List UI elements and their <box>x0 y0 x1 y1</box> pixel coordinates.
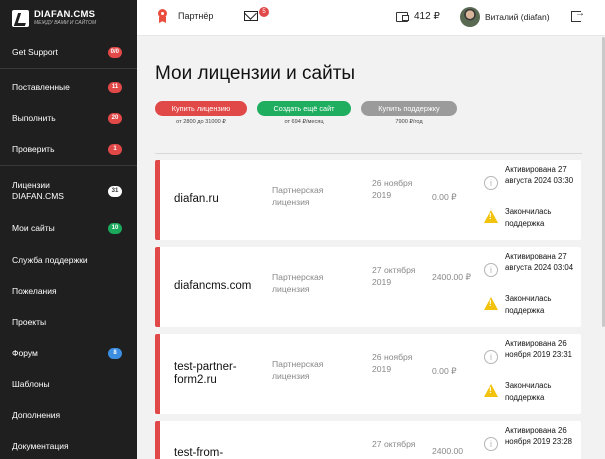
logout-icon[interactable] <box>571 8 585 22</box>
partner-label: Партнёр <box>178 11 214 21</box>
support-status: Закончилась поддержка <box>505 207 552 229</box>
app-root: DIAFAN.CMS МЕЖДУ ВАМИ И САЙТОМ Get Suppo… <box>0 0 605 459</box>
sidebar-item-label: Служба поддержки <box>12 255 88 265</box>
sidebar-item-badge: 10 <box>108 222 122 234</box>
sidebar-item-wishes[interactable]: Пожелания <box>0 283 137 299</box>
mail-count-badge: 5 <box>259 7 269 17</box>
sidebar-item-label: Проверить <box>12 144 55 154</box>
info-icon[interactable]: i <box>484 263 498 277</box>
sidebar-item-label: Пожелания <box>12 286 57 296</box>
sidebar-item-label: Выполнить <box>12 113 56 123</box>
license-card[interactable]: test-from- 27 октября 2400.00 i Активиро… <box>155 421 581 459</box>
sidebar-item-badge: 0/0 <box>107 46 122 58</box>
sidebar-item-to-do[interactable]: Выполнить 20 <box>0 110 137 126</box>
license-card[interactable]: diafan.ru Партнерская лицензия 26 ноября… <box>155 160 581 240</box>
buy-license-button[interactable]: Купить лицензию <box>155 101 247 116</box>
sidebar-item-to-check[interactable]: Проверить 1 <box>0 141 137 157</box>
sidebar-item-label: Шаблоны <box>12 379 50 389</box>
main-content: Мои лицензии и сайты Купить лицензию от … <box>137 37 605 459</box>
info-icon[interactable]: i <box>484 437 498 451</box>
avatar[interactable] <box>460 7 480 27</box>
sidebar-item-label: Документация <box>12 441 69 451</box>
sidebar-item-label: Форум <box>12 348 38 358</box>
license-domain[interactable]: test-from- <box>174 447 223 459</box>
topbar: Партнёр 5 412 ₽ Виталий (diafan) <box>137 0 605 36</box>
mail-icon[interactable] <box>244 11 258 21</box>
sidebar-item-badge: 20 <box>108 112 122 124</box>
activation-status: Активирована 27 августа 2024 03:04 <box>505 252 574 273</box>
warning-icon <box>484 210 498 223</box>
sidebar-divider <box>0 165 137 166</box>
partner-link[interactable]: Партнёр <box>157 9 213 23</box>
info-icon[interactable]: i <box>484 350 498 364</box>
create-site-price: от 694 ₽/месяц <box>284 119 324 125</box>
create-site-button[interactable]: Создать ещё сайт <box>257 101 351 116</box>
buy-license-price: от 2800 до 31000 ₽ <box>176 119 226 125</box>
logo-name: DIAFAN.CMS <box>34 8 96 20</box>
license-price: 0.00 ₽ <box>432 366 457 376</box>
sidebar-item-addons[interactable]: Дополнения <box>0 407 137 423</box>
info-icon[interactable]: i <box>484 176 498 190</box>
license-type: Партнерская лицензия <box>272 359 324 382</box>
license-domain[interactable]: test-partner-form2.ru <box>174 361 266 387</box>
license-card[interactable]: diafancms.com Партнерская лицензия 27 ок… <box>155 247 581 327</box>
support-status: Закончилась поддержка <box>505 294 552 316</box>
support-status: Закончилась поддержка <box>505 381 552 403</box>
sidebar-item-label: Лицензии DIAFAN.CMS <box>12 179 64 201</box>
activation-status: Активирована 27 августа 2024 03:30 <box>505 165 574 186</box>
license-date: 27 октября <box>372 439 416 449</box>
sidebar-item-badge: 31 <box>108 185 122 197</box>
page-title: Мои лицензии и сайты <box>155 63 356 84</box>
sidebar-item-badge: 1 <box>108 143 122 155</box>
license-date: 26 ноября 2019 <box>372 178 413 201</box>
sidebar-item-licenses[interactable]: Лицензии DIAFAN.CMS 31 <box>0 176 137 206</box>
sidebar-item-my-sites[interactable]: Мои сайты 10 <box>0 220 137 236</box>
sidebar-item-label: Дополнения <box>12 410 61 420</box>
logo-icon <box>12 9 29 27</box>
warning-icon <box>484 297 498 310</box>
sidebar: DIAFAN.CMS МЕЖДУ ВАМИ И САЙТОМ Get Suppo… <box>0 0 137 459</box>
wallet-icon[interactable] <box>396 12 409 22</box>
sidebar-item-label: Поставленные <box>12 82 70 92</box>
license-type: Партнерская лицензия <box>272 272 324 295</box>
license-price: 2400.00 ₽ <box>432 272 471 282</box>
balance[interactable]: 412 ₽ <box>414 11 440 22</box>
sidebar-divider <box>0 68 137 69</box>
sidebar-item-templates[interactable]: Шаблоны <box>0 376 137 392</box>
activation-status: Активирована 26 ноября 2019 23:28 <box>505 426 572 447</box>
user-name[interactable]: Виталий (diafan) <box>485 12 550 22</box>
license-type: Партнерская лицензия <box>272 185 324 208</box>
sidebar-item-projects[interactable]: Проекты <box>0 314 137 330</box>
sidebar-item-support-service[interactable]: Служба поддержки <box>0 252 137 268</box>
license-card[interactable]: test-partner-form2.ru Партнерская лиценз… <box>155 334 581 414</box>
sidebar-item-label: Мои сайты <box>12 223 55 233</box>
license-date: 27 октября 2019 <box>372 265 416 288</box>
sidebar-item-label: Проекты <box>12 317 47 327</box>
sidebar-item-label: Get Support <box>12 47 58 57</box>
award-icon <box>157 9 168 23</box>
sidebar-item-get-support[interactable]: Get Support 0/0 <box>0 44 137 60</box>
sidebar-item-documentation[interactable]: Документация <box>0 438 137 454</box>
sidebar-item-badge: 11 <box>108 81 122 93</box>
license-date: 26 ноября 2019 <box>372 352 413 375</box>
license-price: 0.00 ₽ <box>432 192 457 202</box>
logo[interactable]: DIAFAN.CMS МЕЖДУ ВАМИ И САЙТОМ <box>0 0 137 36</box>
activation-status: Активирована 26 ноября 2019 23:31 <box>505 339 572 360</box>
license-domain[interactable]: diafan.ru <box>174 193 219 206</box>
divider <box>155 153 582 154</box>
logo-tagline: МЕЖДУ ВАМИ И САЙТОМ <box>34 20 97 27</box>
sidebar-item-forum[interactable]: Форум 8 <box>0 345 137 361</box>
license-domain[interactable]: diafancms.com <box>174 280 251 293</box>
buy-support-price: 7900 ₽/год <box>395 119 423 125</box>
license-price: 2400.00 <box>432 446 464 456</box>
sidebar-item-assigned[interactable]: Поставленные 11 <box>0 79 137 95</box>
warning-icon <box>484 384 498 397</box>
buy-support-button[interactable]: Купить поддержку <box>361 101 457 116</box>
sidebar-item-badge: 8 <box>108 347 122 359</box>
